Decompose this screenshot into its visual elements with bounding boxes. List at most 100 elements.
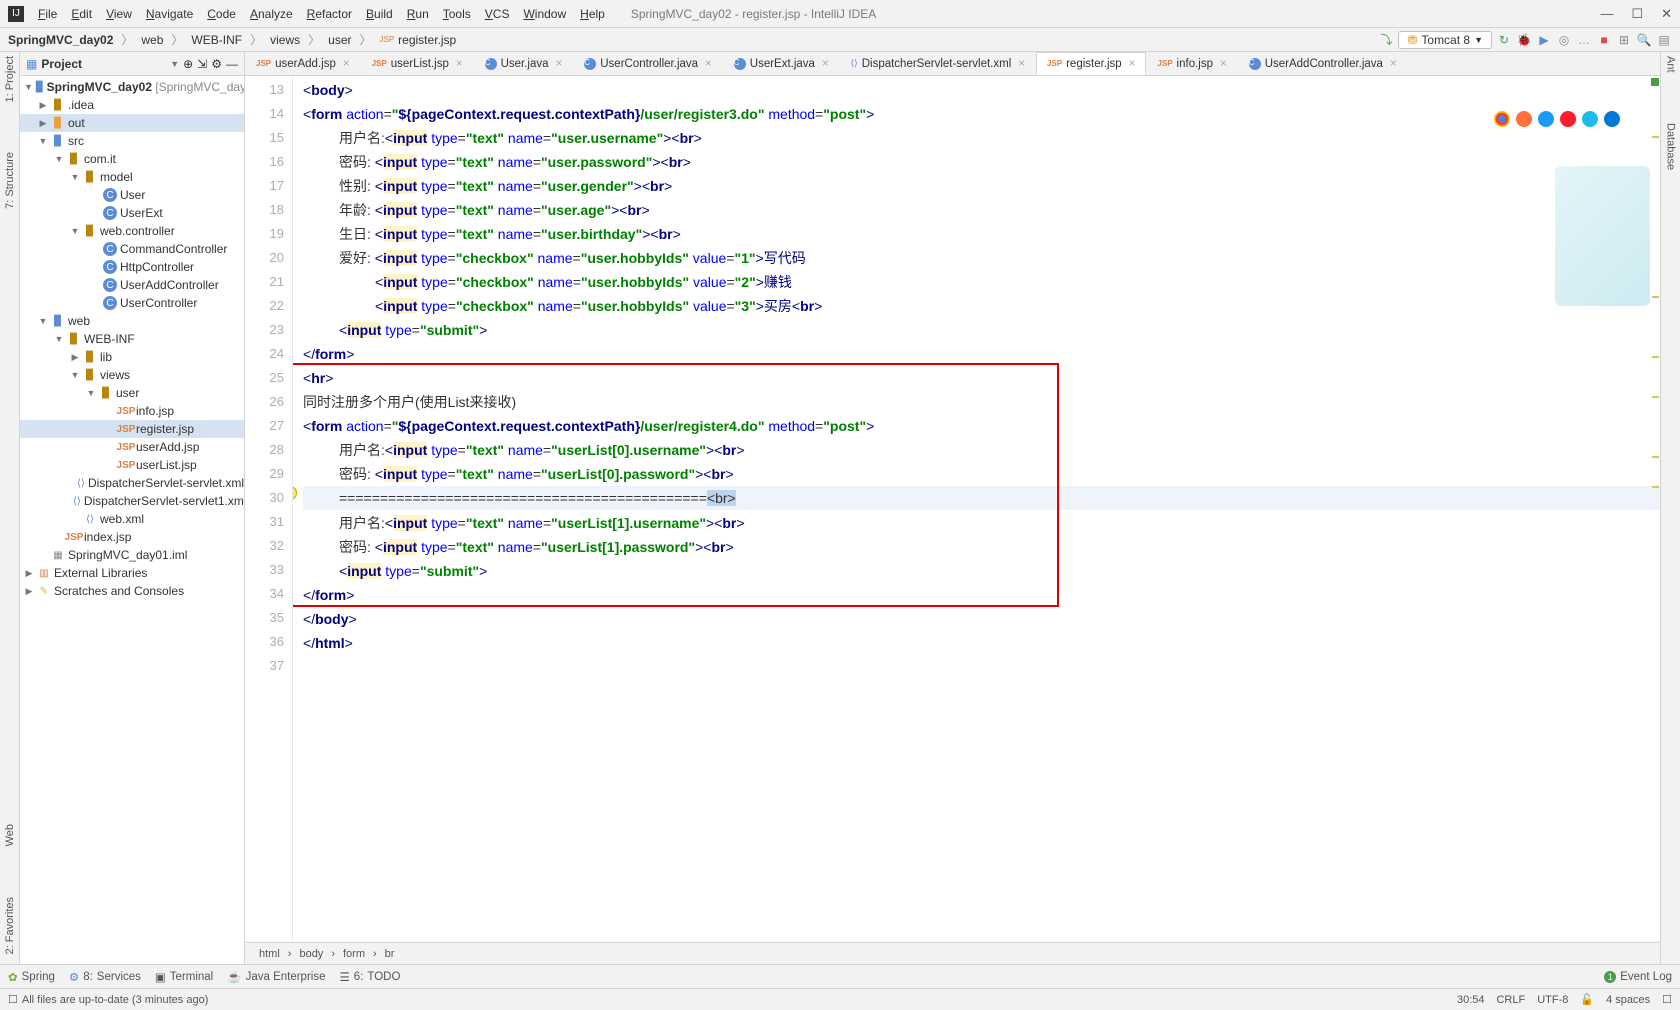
code-editor[interactable]: 1314151617181920212223242526272829303132… [245, 76, 1660, 942]
menu-build[interactable]: Build [360, 5, 399, 23]
run-config-selector[interactable]: ⛃ Tomcat 8 ▼ [1398, 31, 1492, 49]
breadcrumb-item[interactable]: register.jsp [398, 33, 456, 47]
chrome-icon[interactable] [1494, 111, 1510, 127]
menu-tools[interactable]: Tools [437, 5, 477, 23]
tree-node[interactable]: ▼▉web [20, 312, 244, 330]
opera-icon[interactable] [1560, 111, 1576, 127]
tab-close-icon[interactable]: × [1018, 58, 1025, 70]
tree-node[interactable]: ▼▉views [20, 366, 244, 384]
editor-tab[interactable]: CUserController.java× [573, 52, 723, 75]
code-line[interactable] [303, 655, 1660, 679]
tree-node[interactable]: ▶▥External Libraries [20, 564, 244, 582]
minimize-button[interactable]: — [1600, 6, 1613, 22]
build-icon[interactable]: ⤵ [1378, 32, 1394, 48]
project-tree[interactable]: ▼▉SpringMVC_day02 [SpringMVC_day01] ▶▉.i… [20, 76, 244, 964]
tree-node[interactable]: CCommandController [20, 240, 244, 258]
tab-close-icon[interactable]: × [343, 58, 350, 70]
tree-node[interactable]: ▶▉.idea [20, 96, 244, 114]
code-line[interactable]: </form> [303, 342, 1660, 366]
bc-item[interactable]: body [299, 948, 323, 960]
edge-icon[interactable] [1604, 111, 1620, 127]
structure-breadcrumb[interactable]: html› body› form› br [245, 942, 1660, 964]
code-line[interactable]: <input type="checkbox" name="user.hobbyI… [303, 294, 1660, 318]
javaee-toolwindow[interactable]: ☕Java Enterprise [227, 970, 325, 984]
settings-button[interactable]: ▤ [1656, 32, 1672, 48]
breadcrumb-project[interactable]: SpringMVC_day02 [8, 33, 113, 47]
maximize-button[interactable]: ☐ [1631, 6, 1643, 22]
tree-node[interactable]: JSPuserAdd.jsp [20, 438, 244, 456]
menu-edit[interactable]: Edit [65, 5, 98, 23]
code-line[interactable]: <form action="${pageContext.request.cont… [303, 102, 1660, 126]
code-line[interactable]: 密码: <input type="text" name="userList[1]… [303, 535, 1660, 559]
bc-item[interactable]: html [259, 948, 280, 960]
hide-icon[interactable]: — [226, 57, 238, 71]
menu-window[interactable]: Window [517, 5, 572, 23]
todo-toolwindow[interactable]: ☰6: TODO [339, 970, 400, 984]
status-widget-icon[interactable]: ☐ [1662, 993, 1672, 1006]
code-line[interactable]: ========================================… [303, 486, 1660, 510]
intention-bulb-icon[interactable] [293, 486, 297, 500]
menu-navigate[interactable]: Navigate [140, 5, 199, 23]
breadcrumb-item[interactable]: WEB-INF [191, 33, 242, 47]
tree-node[interactable]: ▶▉lib [20, 348, 244, 366]
code-line[interactable]: <input type="checkbox" name="user.hobbyI… [303, 270, 1660, 294]
ie-icon[interactable] [1582, 111, 1598, 127]
code-line[interactable]: </form> [303, 583, 1660, 607]
profile-button[interactable]: ◎ [1556, 32, 1572, 48]
tree-node[interactable]: ▦SpringMVC_day01.iml [20, 546, 244, 564]
editor-tab[interactable]: JSPinfo.jsp× [1146, 52, 1237, 75]
code-line[interactable]: </html> [303, 631, 1660, 655]
bc-item[interactable]: br [385, 948, 395, 960]
code-line[interactable]: <input type="submit"> [303, 318, 1660, 342]
code-line[interactable]: 用户名:<input type="text" name="user.userna… [303, 126, 1660, 150]
toolstrip-structure[interactable]: 7: Structure [4, 152, 16, 209]
debug-button[interactable]: 🐞 [1516, 32, 1532, 48]
tree-node[interactable]: ⟨⟩DispatcherServlet-servlet1.xml [20, 492, 244, 510]
tree-node-selected[interactable]: JSPregister.jsp [20, 420, 244, 438]
toolstrip-database[interactable]: Database [1665, 123, 1677, 170]
indent-setting[interactable]: 4 spaces [1606, 994, 1650, 1006]
breadcrumb-item[interactable]: views [270, 33, 300, 47]
menu-file[interactable]: File [32, 5, 63, 23]
tree-node[interactable]: ▶▉out [20, 114, 244, 132]
editor-tab[interactable]: CUserExt.java× [723, 52, 840, 75]
code-line[interactable]: 爱好: <input type="checkbox" name="user.ho… [303, 246, 1660, 270]
file-encoding[interactable]: UTF-8 [1537, 994, 1568, 1006]
close-button[interactable]: ✕ [1661, 6, 1672, 22]
marker-stripe[interactable] [1650, 76, 1660, 942]
tab-close-icon[interactable]: × [1390, 58, 1397, 70]
run-coverage-button[interactable]: ▶ [1536, 32, 1552, 48]
code-line[interactable]: <input type="submit"> [303, 559, 1660, 583]
code-line[interactable]: <form action="${pageContext.request.cont… [303, 414, 1660, 438]
services-toolwindow[interactable]: ⚙8: Services [69, 970, 141, 984]
attach-button[interactable]: … [1576, 32, 1592, 48]
line-separator[interactable]: CRLF [1496, 994, 1525, 1006]
tree-node[interactable]: ▼▉com.it [20, 150, 244, 168]
menu-analyze[interactable]: Analyze [244, 5, 299, 23]
tree-node[interactable]: CUser [20, 186, 244, 204]
editor-tab[interactable]: CUser.java× [474, 52, 574, 75]
tree-node[interactable]: CHttpController [20, 258, 244, 276]
tree-node[interactable]: ⟨⟩DispatcherServlet-servlet.xml [20, 474, 244, 492]
editor-tab[interactable]: JSPuserList.jsp× [361, 52, 474, 75]
menu-refactor[interactable]: Refactor [301, 5, 358, 23]
breadcrumb-item[interactable]: web [141, 33, 163, 47]
menu-code[interactable]: Code [201, 5, 242, 23]
tree-node[interactable]: ▼▉model [20, 168, 244, 186]
caret-position[interactable]: 30:54 [1457, 994, 1485, 1006]
tab-close-icon[interactable]: × [456, 58, 463, 70]
breadcrumb[interactable]: SpringMVC_day02 〉 web〉 WEB-INF〉 views〉 u… [8, 31, 456, 48]
spring-toolwindow[interactable]: ✿Spring [8, 970, 55, 984]
code-content[interactable]: <body><form action="${pageContext.reques… [293, 76, 1660, 942]
editor-tab[interactable]: JSPuserAdd.jsp× [245, 52, 361, 75]
tab-close-icon[interactable]: × [705, 58, 712, 70]
code-line[interactable]: 用户名:<input type="text" name="userList[0]… [303, 438, 1660, 462]
code-line[interactable]: 密码: <input type="text" name="userList[0]… [303, 462, 1660, 486]
code-line[interactable]: 用户名:<input type="text" name="userList[1]… [303, 511, 1660, 535]
code-line[interactable]: 同时注册多个用户(使用List来接收) [303, 390, 1660, 414]
breadcrumb-item[interactable]: user [328, 33, 351, 47]
tree-root[interactable]: ▼▉SpringMVC_day02 [SpringMVC_day01] [20, 78, 244, 96]
tree-node[interactable]: JSPindex.jsp [20, 528, 244, 546]
toolstrip-project[interactable]: 1: Project [4, 56, 16, 102]
code-line[interactable]: </body> [303, 607, 1660, 631]
